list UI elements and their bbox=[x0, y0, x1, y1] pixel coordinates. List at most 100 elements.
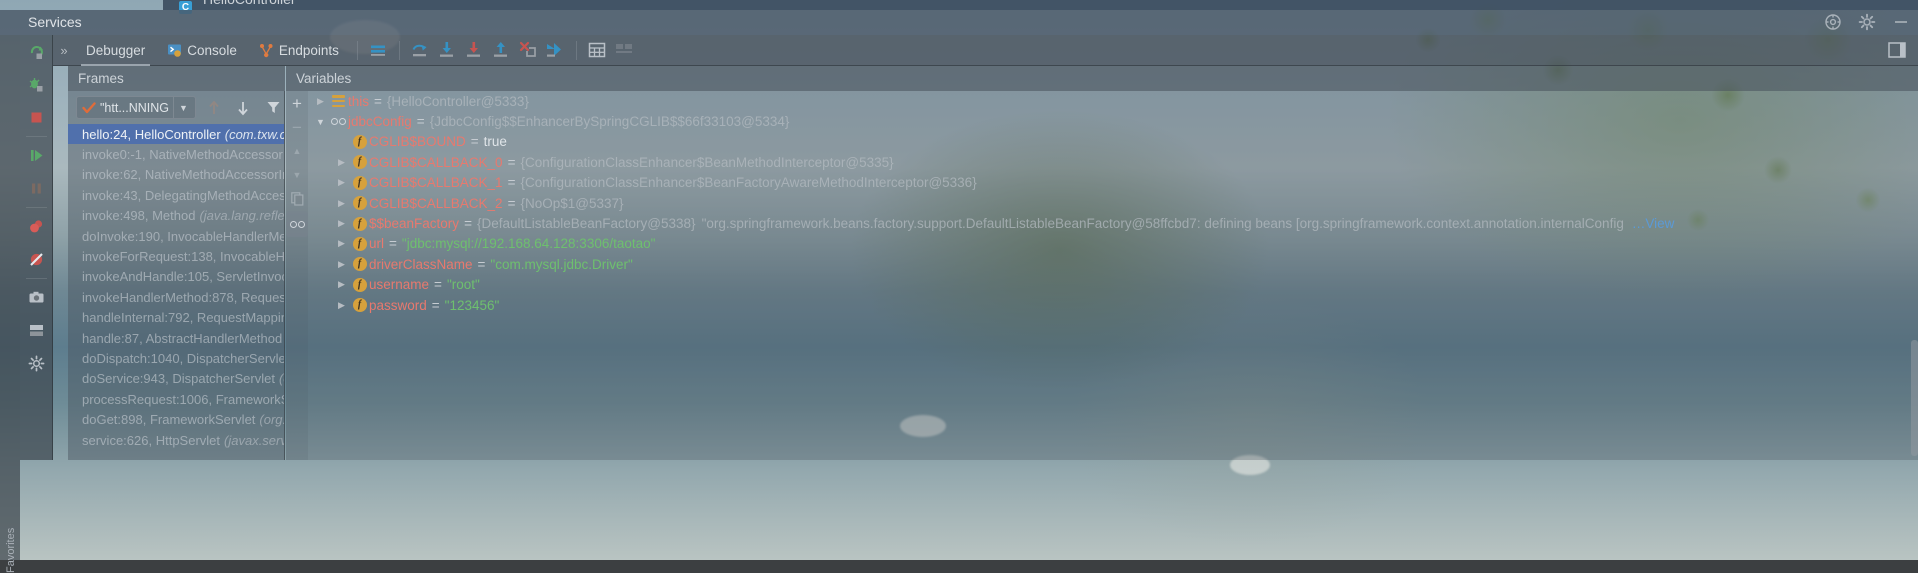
chevron-right-icon[interactable]: ▶ bbox=[333, 279, 350, 290]
frame-row[interactable]: invoke:498, Method (java.lang.refle bbox=[68, 206, 284, 226]
frame-row[interactable]: handle:87, AbstractHandlerMethod bbox=[68, 328, 284, 348]
equals-sign: = bbox=[507, 175, 516, 191]
mute-breakpoints-icon[interactable] bbox=[20, 243, 53, 276]
screenshot-icon[interactable] bbox=[20, 281, 53, 314]
variable-row[interactable]: ▶ f CGLIB$CALLBACK_1 = {ConfigurationClassEn… bbox=[308, 173, 1918, 193]
watches-glasses-icon[interactable] bbox=[286, 211, 308, 237]
chevron-right-icon[interactable]: ▶ bbox=[333, 198, 350, 209]
frame-row[interactable]: invoke:62, NativeMethodAccessorIm bbox=[68, 165, 284, 185]
chevron-down-icon[interactable]: ▼ bbox=[312, 117, 329, 127]
variables-pane-header: Variables bbox=[286, 66, 1918, 91]
variable-row[interactable]: ▶ f CGLIB$CALLBACK_0 = {ConfigurationClassEn… bbox=[308, 152, 1918, 172]
hide-window-icon[interactable] bbox=[1892, 13, 1910, 31]
force-step-into-icon[interactable] bbox=[461, 37, 488, 64]
frames-toolbar: "htt...NNING ▼ bbox=[68, 91, 284, 124]
step-into-icon[interactable] bbox=[434, 37, 461, 64]
copy-icon[interactable] bbox=[286, 187, 308, 211]
remove-watch-icon[interactable]: − bbox=[286, 115, 308, 139]
rerun-debug-icon[interactable] bbox=[20, 68, 53, 101]
frame-row[interactable]: invoke:43, DelegatingMethodAcces bbox=[68, 185, 284, 205]
variable-row[interactable]: ▶ f username = "root" bbox=[308, 275, 1918, 295]
drop-frame-icon[interactable] bbox=[515, 37, 542, 64]
frame-row[interactable]: invokeForRequest:138, InvocableH bbox=[68, 246, 285, 266]
frames-up-icon[interactable] bbox=[202, 100, 226, 116]
step-out-icon[interactable] bbox=[488, 37, 515, 64]
settings-icon[interactable] bbox=[611, 37, 638, 64]
tab-overflow-icon[interactable]: » bbox=[53, 43, 75, 58]
chevron-right-icon[interactable]: ▶ bbox=[333, 177, 350, 188]
tab-debugger-label: Debugger bbox=[86, 42, 146, 58]
frame-row[interactable]: doDispatch:1040, DispatcherServlet bbox=[68, 348, 284, 368]
editor-tab-label[interactable]: HelloController bbox=[203, 0, 296, 7]
favorites-rail-label[interactable]: Favorites bbox=[5, 503, 17, 573]
rerun-icon[interactable] bbox=[20, 35, 53, 68]
tab-endpoints[interactable]: Endpoints bbox=[248, 35, 350, 66]
tool-window-header-actions bbox=[1824, 13, 1910, 31]
variable-row[interactable]: ▶ this = {HelloController@5333} bbox=[308, 91, 1918, 111]
equals-sign: = bbox=[431, 297, 440, 313]
frame-label: doService:943, DispatcherServlet bbox=[82, 371, 275, 387]
frame-row[interactable]: hello:24, HelloController (com.txw.c bbox=[68, 124, 285, 145]
chevron-right-icon[interactable]: ▶ bbox=[333, 300, 350, 311]
variable-row[interactable]: ▶ f url = "jdbc:mysql://192.168.64.128:3306/… bbox=[308, 234, 1918, 254]
variable-row[interactable]: ▶ f $$beanFactory = {DefaultListableBeanFact… bbox=[308, 213, 1918, 233]
frame-row[interactable]: processRequest:1006, FrameworkSe bbox=[68, 389, 284, 409]
view-breakpoints-icon[interactable] bbox=[20, 210, 53, 243]
pause-program-icon[interactable] bbox=[20, 172, 53, 205]
frame-package: (com.txw.c bbox=[224, 126, 285, 142]
chevron-right-icon[interactable]: ▶ bbox=[333, 238, 350, 249]
stop-icon[interactable] bbox=[20, 101, 53, 134]
step-over-icon[interactable] bbox=[407, 37, 434, 64]
variable-row[interactable]: ▶ f driverClassName = "com.mysql.jdbc.Driver… bbox=[308, 254, 1918, 274]
resume-program-icon[interactable] bbox=[20, 139, 53, 172]
chevron-right-icon[interactable]: ▶ bbox=[333, 157, 350, 168]
settings-gear-icon[interactable] bbox=[1858, 13, 1876, 31]
frame-package: (javax.servle bbox=[224, 432, 284, 448]
frame-row[interactable]: doService:943, DispatcherServlet(o bbox=[68, 369, 284, 389]
variable-row[interactable]: f CGLIB$BOUND = true bbox=[308, 132, 1918, 152]
move-up-icon[interactable]: ▲ bbox=[286, 139, 308, 163]
variables-tree[interactable]: ▶ this = {HelloController@5333} ▼ jdbcConfig =… bbox=[308, 91, 1918, 315]
help-circle-icon[interactable] bbox=[1824, 13, 1842, 31]
layout-icon[interactable] bbox=[20, 314, 53, 347]
tab-debugger[interactable]: Debugger bbox=[75, 35, 156, 66]
thread-selector[interactable]: "htt...NNING ▼ bbox=[76, 96, 196, 119]
frame-row[interactable]: handleInternal:792, RequestMappin bbox=[68, 308, 284, 328]
show-execution-point-icon[interactable] bbox=[365, 37, 392, 64]
move-down-icon[interactable]: ▼ bbox=[286, 163, 308, 187]
variable-row[interactable]: ▼ jdbcConfig = {JdbcConfig$$EnhancerBySprin… bbox=[308, 111, 1918, 131]
variable-reference: {ConfigurationClassEnhancer$BeanMethodIn… bbox=[520, 154, 894, 170]
chevron-right-icon[interactable]: ▶ bbox=[333, 218, 350, 229]
ide-window: C HelloController Services Favorites bbox=[0, 0, 1918, 573]
variables-panel[interactable]: ▶ this = {HelloController@5333} ▼ jdbcConfig =… bbox=[308, 91, 1918, 460]
tab-console[interactable]: Console bbox=[156, 35, 248, 66]
field-icon: f bbox=[350, 155, 369, 170]
settings-icon[interactable] bbox=[20, 347, 53, 380]
evaluate-expression-icon[interactable] bbox=[584, 37, 611, 64]
frames-pane-header: Frames bbox=[68, 66, 285, 91]
frame-row[interactable]: invokeAndHandle:105, ServletInvoc bbox=[68, 267, 285, 287]
frame-label: invokeHandlerMethod:878, Reques bbox=[82, 289, 285, 305]
add-watch-icon[interactable]: + bbox=[286, 91, 308, 115]
frame-row[interactable]: invokeHandlerMethod:878, Reques bbox=[68, 287, 285, 307]
frame-label: invokeAndHandle:105, ServletInvoc bbox=[82, 269, 285, 285]
frames-list[interactable]: hello:24, HelloController (com.txw.c invok… bbox=[68, 124, 285, 460]
frame-row[interactable]: invoke0:-1, NativeMethodAccessorI bbox=[68, 144, 284, 164]
chevron-right-icon[interactable]: ▶ bbox=[312, 96, 329, 107]
run-to-cursor-icon[interactable] bbox=[542, 37, 569, 64]
frames-down-icon[interactable] bbox=[232, 100, 256, 116]
frame-label: invokeForRequest:138, InvocableH bbox=[82, 249, 285, 265]
view-value-link[interactable]: …View bbox=[1632, 216, 1675, 231]
frame-row[interactable]: doInvoke:190, InvocableHandlerMe bbox=[68, 226, 284, 246]
restore-layout-icon[interactable] bbox=[1883, 37, 1910, 64]
chevron-down-icon[interactable]: ▼ bbox=[173, 97, 193, 118]
frame-row[interactable]: service:626, HttpServlet(javax.servle bbox=[68, 430, 284, 450]
vertical-scrollbar[interactable] bbox=[1911, 340, 1918, 456]
variable-value: "com.mysql.jdbc.Driver" bbox=[490, 256, 633, 272]
frame-row[interactable]: doGet:898, FrameworkServlet(org.s bbox=[68, 409, 284, 429]
frames-filter-icon[interactable] bbox=[261, 100, 284, 115]
equals-sign: = bbox=[389, 236, 397, 252]
chevron-right-icon[interactable]: ▶ bbox=[333, 259, 350, 270]
variable-row[interactable]: ▶ f password = "123456" bbox=[308, 295, 1918, 315]
variable-row[interactable]: ▶ f CGLIB$CALLBACK_2 = {NoOp$1@5337} bbox=[308, 193, 1918, 213]
